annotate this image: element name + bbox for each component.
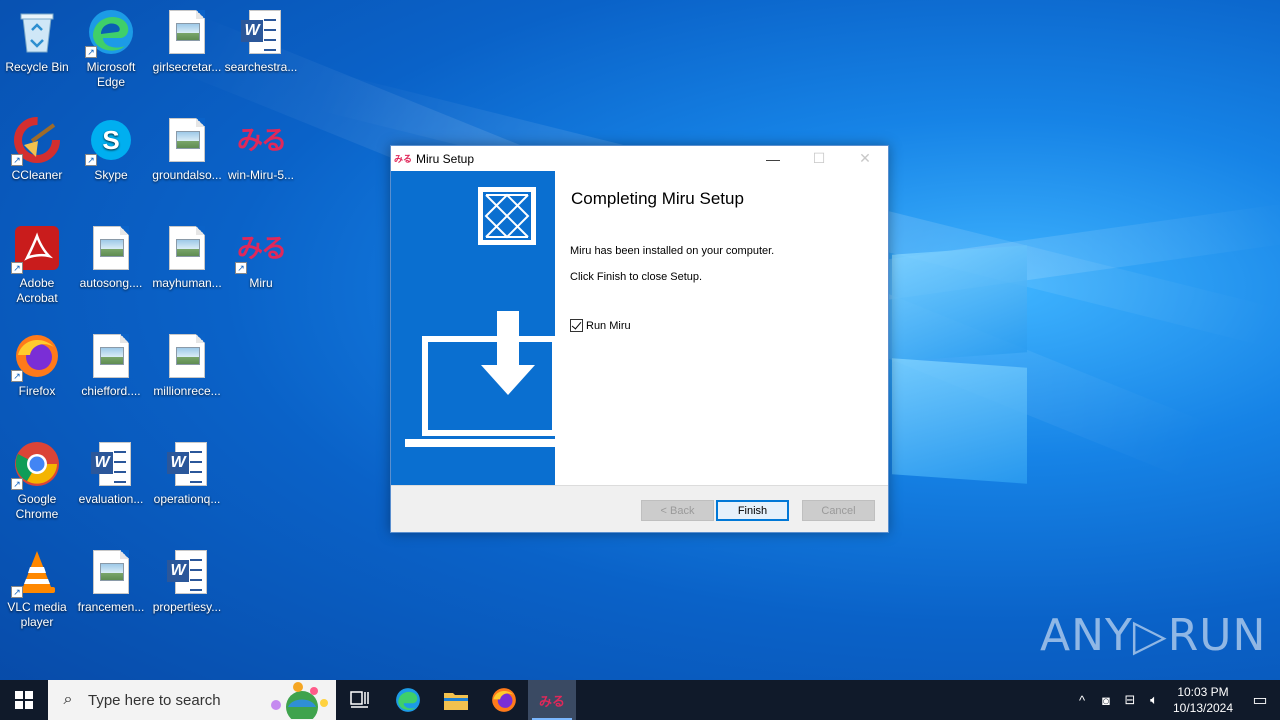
task-view-icon (350, 691, 369, 708)
vlc-cone-icon: ↗ (11, 548, 61, 598)
search-highlight-icon (271, 682, 328, 719)
shortcut-arrow-icon: ↗ (11, 262, 23, 274)
minimize-button[interactable]: — (750, 146, 796, 171)
firefox-icon: ↗ (11, 332, 61, 382)
desktop-icon-groundalso[interactable]: groundalso... (150, 116, 224, 183)
miru-logo-icon: みる (237, 124, 287, 155)
shortcut-arrow-icon: ↗ (85, 46, 97, 58)
clock-time: 10:03 PM (1177, 685, 1229, 699)
clock-date: 10/13/2024 (1172, 701, 1234, 715)
task-view-button[interactable] (336, 680, 384, 720)
shortcut-arrow-icon: ↗ (11, 154, 23, 166)
install-illustration-icon (405, 187, 555, 447)
desktop-icon-searchestra[interactable]: W searchestra... (224, 8, 298, 75)
miru-app-icon: みる (394, 154, 413, 164)
meet-now-icon[interactable]: ◙ (1094, 693, 1118, 708)
miru-logo-icon: みる ↗ (235, 232, 287, 274)
desktop-icon-miru[interactable]: みる ↗ Miru (224, 224, 298, 291)
desktop-icon-operationq[interactable]: W operationq... (150, 440, 224, 507)
close-button: ✕ (859, 150, 871, 166)
ccleaner-icon: ↗ (11, 116, 61, 166)
taskbar: ⌕ Type here to search みる ^ ◙ ⊟ 🔈︎ 10:03 … (0, 680, 1280, 720)
taskbar-edge[interactable] (384, 680, 432, 720)
desktop-icon-win-miru[interactable]: みる win-Miru-5... (224, 116, 298, 183)
shortcut-arrow-icon: ↗ (11, 478, 23, 490)
miru-setup-dialog: みる Miru Setup — ☐ ✕ Completing Miru Setu… (390, 145, 889, 533)
shortcut-arrow-icon: ↗ (235, 262, 247, 274)
desktop-icon-mayhuman[interactable]: mayhuman... (150, 224, 224, 291)
image-file-icon (163, 116, 211, 164)
edge-icon (396, 688, 420, 712)
desktop-icon-firefox[interactable]: ↗ Firefox (0, 332, 74, 399)
back-button: < Back (641, 500, 714, 521)
edge-icon: ↗ (85, 8, 135, 58)
word-document-icon: W (87, 440, 135, 488)
adobe-acrobat-icon: ↗ (11, 224, 61, 274)
search-icon: ⌕ (63, 691, 73, 708)
volume-icon[interactable]: 🔈︎ (1142, 692, 1166, 708)
start-button[interactable] (0, 680, 48, 720)
dialog-titlebar[interactable]: みる Miru Setup — ☐ ✕ (391, 146, 888, 171)
desktop-icon-millionrece[interactable]: millionrece... (150, 332, 224, 399)
image-file-icon (87, 224, 135, 272)
google-chrome-icon: ↗ (11, 440, 61, 490)
windows-logo-icon (15, 691, 33, 709)
miru-app-icon: みる (538, 693, 565, 709)
desktop-icon-francemen[interactable]: francemen... (74, 548, 148, 615)
dialog-content: Completing Miru Setup Miru has been inst… (555, 171, 888, 485)
run-miru-checkbox[interactable]: Run Miru (570, 319, 631, 332)
notification-center-icon[interactable]: ▭ (1240, 690, 1280, 710)
system-tray: ^ ◙ ⊟ 🔈︎ 10:03 PM 10/13/2024 ▭ (1070, 680, 1280, 720)
desktop-icon-google-chrome[interactable]: ↗ Google Chrome (0, 440, 74, 522)
shortcut-arrow-icon: ↗ (85, 154, 97, 166)
image-file-icon (163, 8, 211, 56)
firefox-icon (492, 688, 516, 712)
maximize-button: ☐ (812, 150, 826, 166)
installer-side-banner (391, 171, 555, 485)
desktop-icon-propertiesy[interactable]: W propertiesy... (150, 548, 224, 615)
desktop-icon-recycle-bin[interactable]: Recycle Bin (0, 8, 74, 75)
image-file-icon (163, 332, 211, 380)
desktop-icon-evaluation[interactable]: W evaluation... (74, 440, 148, 507)
finish-button[interactable]: Finish (716, 500, 789, 521)
word-document-icon: W (163, 440, 211, 488)
finish-instruction: Click Finish to close Setup. (570, 271, 703, 283)
checkbox-checked-icon[interactable] (570, 319, 583, 332)
recycle-bin-icon (13, 8, 61, 56)
anyrun-watermark: ANY▷RUN (1040, 610, 1267, 661)
svg-text:S: S (102, 125, 119, 155)
desktop-icon-skype[interactable]: S ↗ Skype (74, 116, 148, 183)
taskbar-file-explorer[interactable] (432, 680, 480, 720)
desktop-icon-girlsecretar[interactable]: girlsecretar... (150, 8, 224, 75)
desktop-icon-ccleaner[interactable]: ↗ CCleaner (0, 116, 74, 183)
dialog-footer: < Back Finish Cancel (391, 485, 888, 532)
run-miru-label: Run Miru (586, 319, 631, 332)
desktop-icon-autosong[interactable]: autosong.... (74, 224, 148, 291)
word-document-icon: W (163, 548, 211, 596)
shortcut-arrow-icon: ↗ (11, 370, 23, 382)
dialog-title: Miru Setup (416, 151, 475, 166)
image-file-icon (163, 224, 211, 272)
taskbar-clock[interactable]: 10:03 PM 10/13/2024 (1166, 684, 1240, 716)
search-placeholder: Type here to search (88, 691, 221, 709)
desktop-icon-vlc[interactable]: ↗ VLC media player (0, 548, 74, 630)
cancel-button: Cancel (802, 500, 875, 521)
taskbar-firefox[interactable] (480, 680, 528, 720)
image-file-icon (87, 332, 135, 380)
desktop-icon-adobe-acrobat[interactable]: ↗ Adobe Acrobat (0, 224, 74, 306)
taskbar-search-box[interactable]: ⌕ Type here to search (48, 680, 336, 720)
shortcut-arrow-icon: ↗ (11, 586, 23, 598)
desktop-icon-chiefford[interactable]: chiefford.... (74, 332, 148, 399)
desktop-icon-microsoft-edge[interactable]: ↗ Microsoft Edge (74, 8, 148, 90)
dialog-heading: Completing Miru Setup (571, 189, 744, 208)
taskbar-miru-setup[interactable]: みる (528, 680, 576, 720)
show-hidden-icons-chevron-up-icon[interactable]: ^ (1070, 693, 1094, 708)
word-document-icon: W (237, 8, 285, 56)
folder-icon (444, 693, 468, 710)
installed-message: Miru has been installed on your computer… (570, 245, 775, 257)
skype-icon: S ↗ (85, 116, 135, 166)
network-icon[interactable]: ⊟ (1118, 692, 1142, 708)
image-file-icon (87, 548, 135, 596)
